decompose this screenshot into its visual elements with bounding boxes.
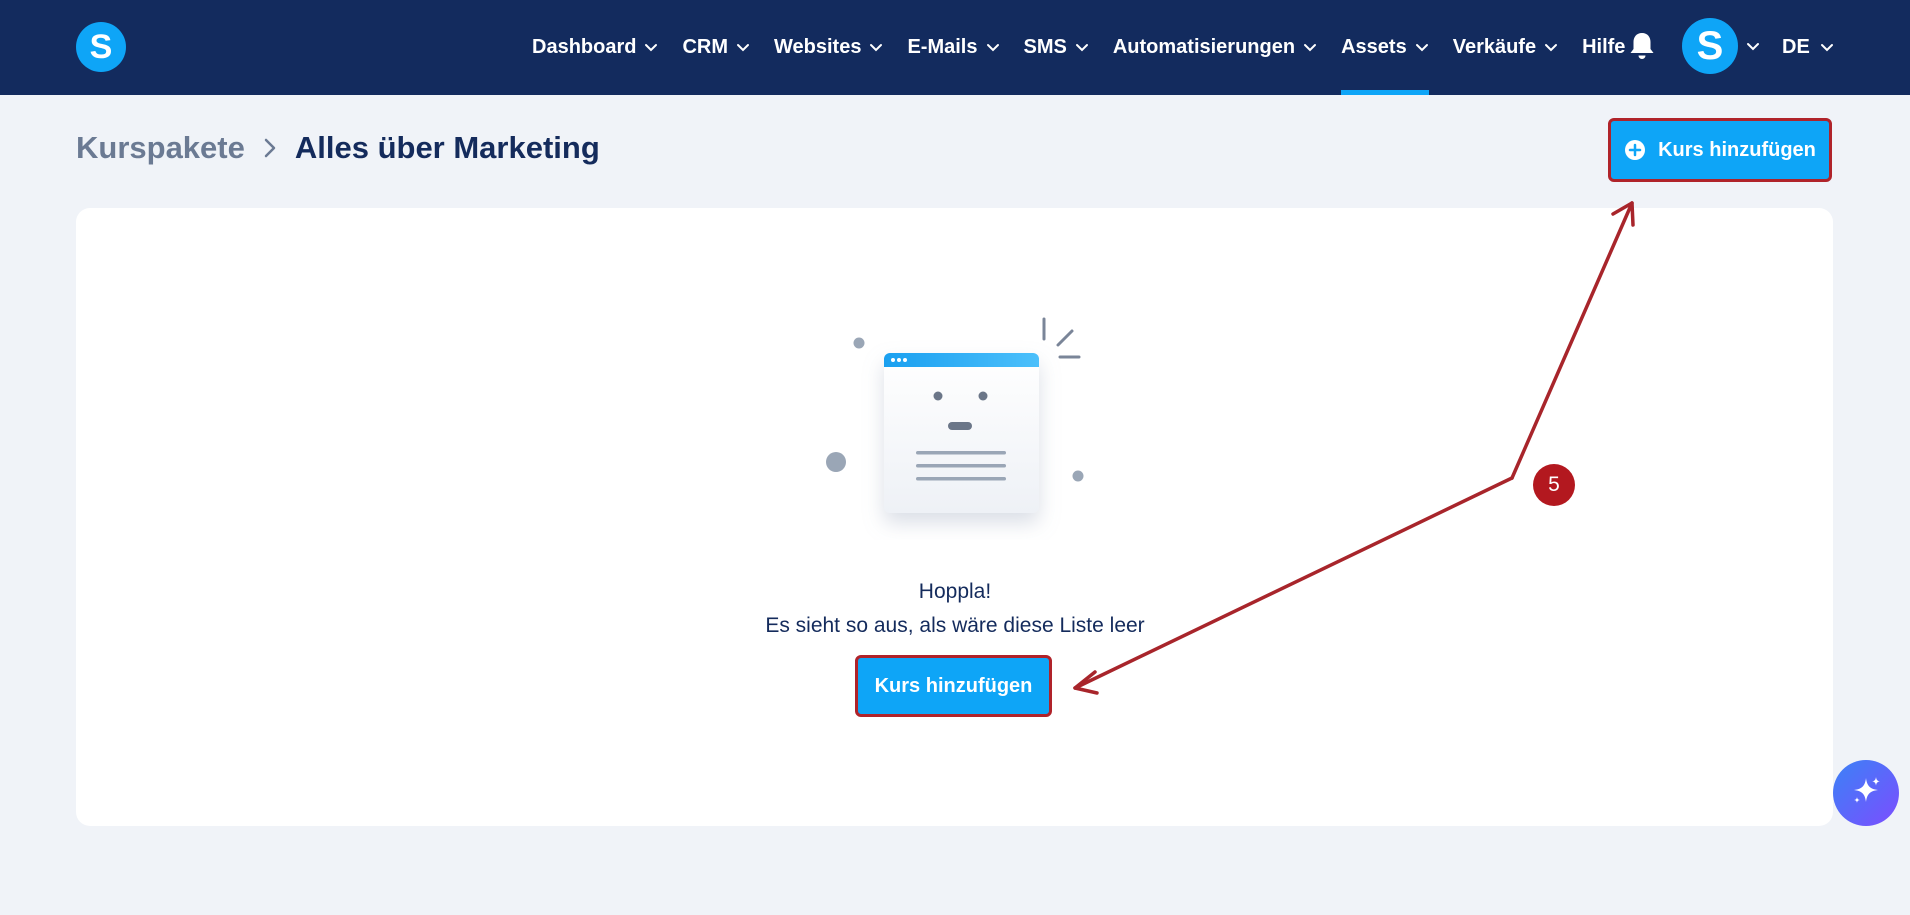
chevron-down-icon [986, 43, 1000, 52]
nav-item-label: Automatisierungen [1112, 36, 1296, 58]
nav-item-label: Dashboard [532, 36, 637, 58]
chevron-down-icon [1820, 43, 1834, 52]
nav-item-label: E-Mails [907, 36, 978, 58]
add-course-button-label: Kurs hinzufügen [1658, 138, 1816, 161]
nav-item-label: SMS [1023, 36, 1067, 58]
bell-icon[interactable] [1628, 31, 1656, 61]
empty-state-title: Hoppla! [918, 580, 992, 603]
app-logo[interactable]: S [76, 22, 126, 72]
logo-letter: S [89, 27, 113, 66]
add-course-button[interactable]: Kurs hinzufügen [1608, 118, 1832, 182]
nav-item-label: Websites [774, 36, 862, 58]
sparkle-icon [1849, 774, 1883, 813]
chevron-down-icon [1544, 43, 1558, 52]
plus-circle-icon [1624, 139, 1646, 161]
nav-item-crm[interactable]: CRM [682, 0, 750, 95]
language-selector[interactable]: DE [1782, 0, 1834, 95]
nav-item-dashboard[interactable]: Dashboard [532, 0, 658, 95]
nav-item-emails[interactable]: E-Mails [907, 0, 999, 95]
language-label: DE [1782, 36, 1810, 58]
empty-state-subtitle: Es sieht so aus, als wäre diese Liste le… [765, 614, 1145, 637]
breadcrumb: Kurspakete Alles über Marketing [76, 130, 600, 166]
nav-item-sms[interactable]: SMS [1024, 0, 1089, 95]
avatar-letter: S [1696, 23, 1724, 68]
top-navigation-bar: S Dashboard CRM Websites E-Mails SMS Aut… [0, 0, 1910, 95]
page-title: Alles über Marketing [294, 130, 600, 165]
empty-state-add-course-button[interactable]: Kurs hinzufügen [855, 655, 1052, 717]
avatar[interactable]: S [1682, 18, 1738, 74]
nav-item-label: Verkäufe [1452, 36, 1537, 58]
nav-item-hilfe[interactable]: Hilfe [1582, 0, 1625, 95]
nav-item-label: Assets [1341, 36, 1407, 58]
chevron-down-icon [869, 43, 883, 52]
empty-list-illustration [820, 315, 1090, 540]
nav-item-assets[interactable]: Assets [1341, 0, 1429, 95]
empty-state-add-course-label: Kurs hinzufügen [874, 674, 1033, 697]
chevron-down-icon [736, 43, 750, 52]
nav-item-websites[interactable]: Websites [774, 0, 883, 95]
chevron-right-icon [263, 137, 277, 159]
chevron-down-icon [1415, 43, 1429, 52]
chevron-down-icon [1303, 43, 1317, 52]
chevron-down-icon [644, 43, 658, 52]
nav-item-verkaeufe[interactable]: Verkäufe [1453, 0, 1558, 95]
step-number-badge: 5 [1533, 464, 1575, 506]
chevron-down-icon[interactable] [1746, 38, 1760, 56]
breadcrumb-parent-link[interactable]: Kurspakete [76, 130, 245, 166]
main-nav: Dashboard CRM Websites E-Mails SMS Autom… [532, 0, 1649, 95]
nav-item-label: Hilfe [1582, 36, 1626, 58]
nav-item-automatisierungen[interactable]: Automatisierungen [1113, 0, 1317, 95]
ai-assistant-button[interactable] [1833, 760, 1899, 826]
nav-item-label: CRM [682, 36, 729, 58]
chevron-down-icon [1075, 43, 1089, 52]
